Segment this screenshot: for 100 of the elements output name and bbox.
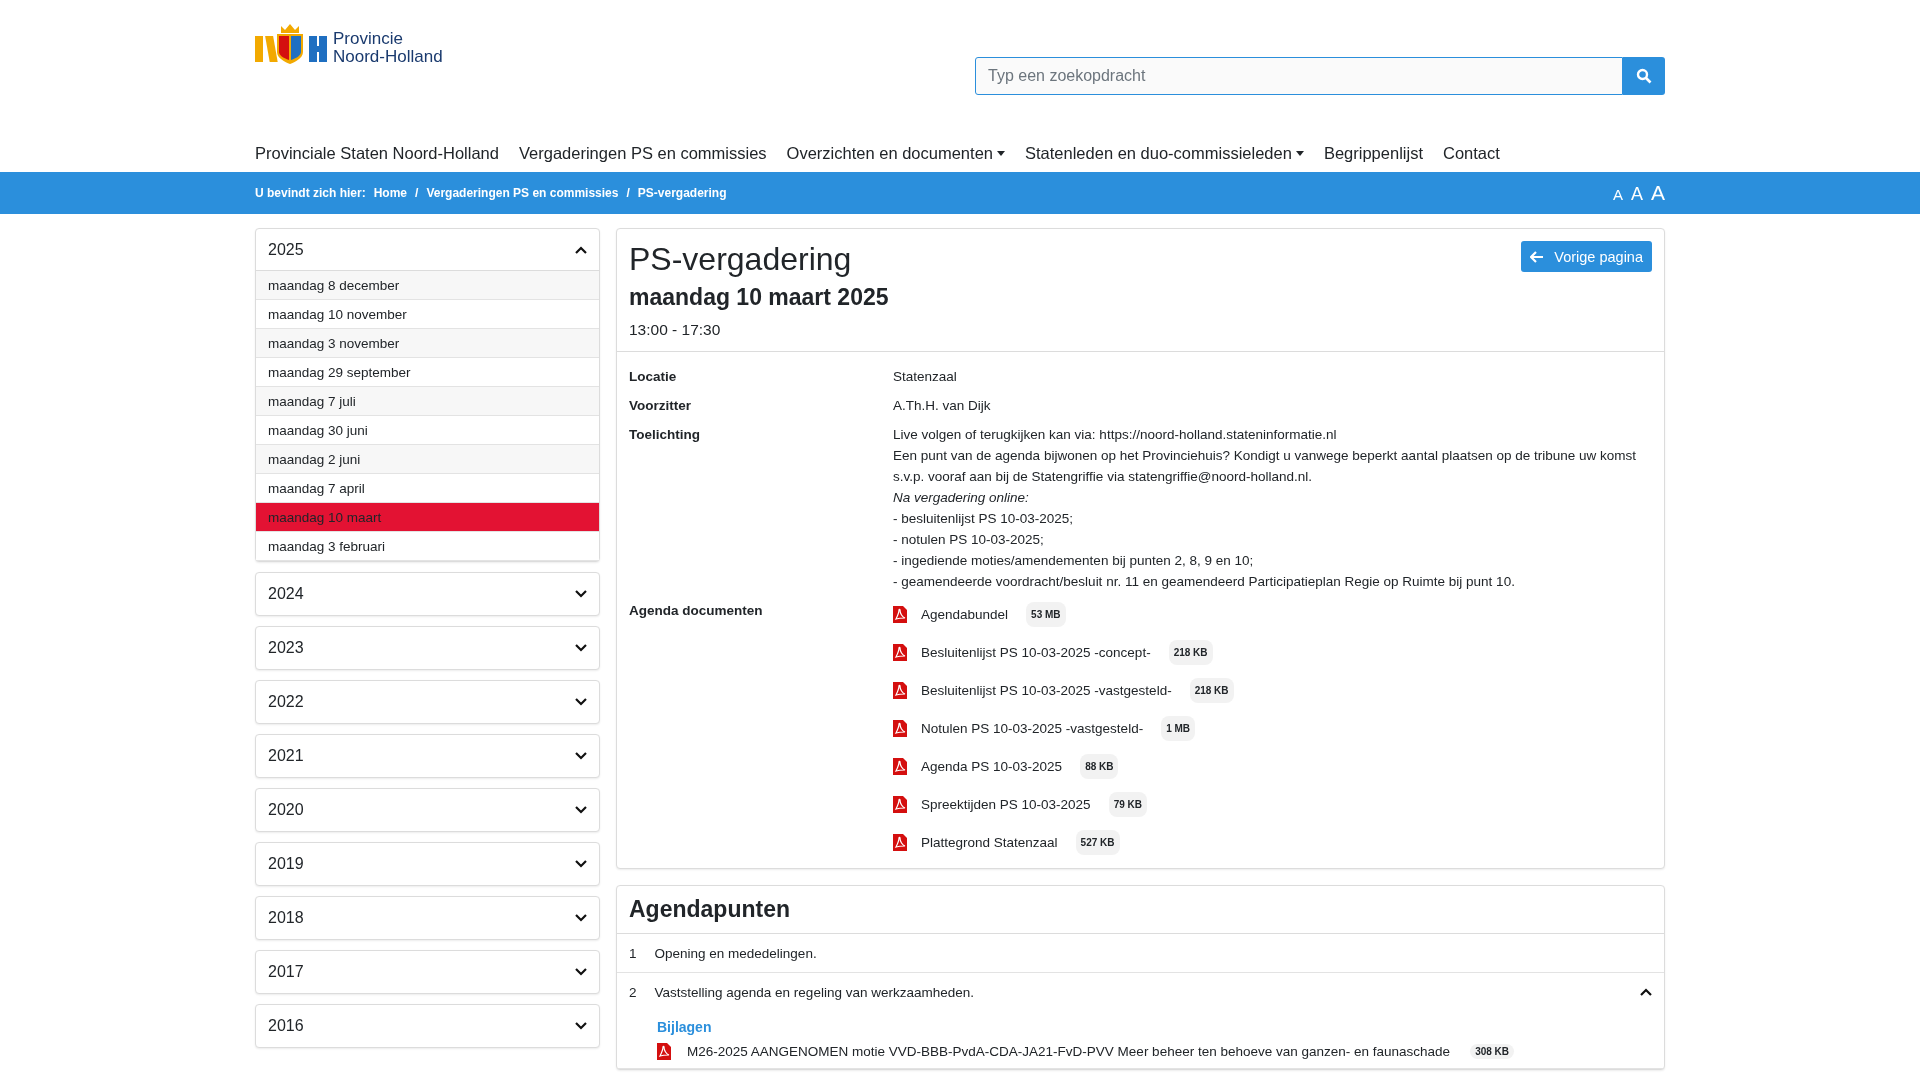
explanation-line: - notulen PS 10-03-2025;: [893, 531, 1045, 549]
meeting-link[interactable]: maandag 8 december: [256, 271, 599, 300]
chevron-up-icon[interactable]: [575, 245, 587, 254]
search-button[interactable]: [1623, 57, 1665, 95]
section-title: Agendapunten: [617, 886, 1664, 934]
breadcrumb-label: U bevindt zich hier:: [255, 186, 366, 200]
explanation-line: Na vergadering online:: [893, 489, 1030, 507]
year-label: 2025: [268, 240, 304, 259]
nav-link[interactable]: Provinciale Staten Noord-Holland: [255, 144, 499, 163]
file-size: 527 KB: [1075, 829, 1120, 855]
meeting-link[interactable]: maandag 3 november: [256, 329, 599, 358]
year-label: 2021: [268, 747, 304, 765]
agenda-number: 2: [629, 984, 637, 1000]
explanation-line: - ingediende moties/amendementen bij punten 2, 8, 9 en 10;: [893, 552, 1255, 570]
meeting-link[interactable]: maandag 29 september: [256, 358, 599, 387]
chevron-down-icon[interactable]: [575, 698, 587, 706]
chevron-down-icon[interactable]: [575, 914, 587, 922]
meeting-link[interactable]: maandag 7 april: [256, 474, 599, 503]
pdf-icon: [893, 681, 907, 699]
agenda-number: 1: [629, 945, 637, 961]
year-header[interactable]: 2021: [256, 735, 599, 777]
year-header[interactable]: 2019: [256, 843, 599, 885]
pdf-icon: [893, 605, 907, 623]
chevron-down-icon[interactable]: [575, 644, 587, 652]
attachments-heading: Bijlagen: [657, 1019, 713, 1035]
pdf-icon: [893, 643, 907, 661]
breadcrumb-separator: /: [626, 186, 630, 200]
agenda-item-title[interactable]: Opening en mededelingen.: [654, 945, 1652, 961]
logo-text: Provincie: [333, 30, 404, 48]
chevron-down-icon[interactable]: [575, 590, 587, 598]
meeting-link[interactable]: maandag 10 november: [256, 300, 599, 329]
year-header[interactable]: 2024: [256, 573, 599, 615]
chevron-down-icon[interactable]: [575, 752, 587, 760]
document-link[interactable]: Spreektijden PS 10-03-2025: [921, 793, 1091, 815]
document-link[interactable]: Notulen PS 10-03-2025 -vastgesteld-: [921, 717, 1144, 739]
file-size: 53 MB: [1026, 601, 1066, 627]
meeting-link[interactable]: maandag 3 februari: [256, 532, 599, 561]
document-link[interactable]: M26-2025 AANGENOMEN motie VVD-BBB-PvdA-CDA-JA21-FvD-PVV Meer beheer ten behoeve van ganzen- en faunaschade: [687, 1044, 1451, 1059]
nav-link[interactable]: Begrippenlijst: [1323, 144, 1423, 163]
year-label: 2016: [268, 1017, 304, 1035]
chevron-up-icon[interactable]: [1640, 988, 1652, 996]
detail-label: Voorzitter: [629, 397, 692, 415]
meeting-link[interactable]: maandag 7 juli: [256, 387, 599, 416]
file-size: 88 KB: [1080, 753, 1119, 779]
caret-icon: [1295, 151, 1304, 156]
agenda-item-title[interactable]: Vaststelling agenda en regeling van werkzaamheden.: [654, 984, 1622, 1000]
file-size: 218 KB: [1168, 639, 1213, 665]
year-label: 2019: [268, 855, 304, 873]
chevron-down-icon[interactable]: [575, 860, 587, 868]
year-label: 2023: [268, 639, 304, 657]
nav-link[interactable]: Contact: [1442, 144, 1500, 163]
explanation-line: Live volgen of terugkijken kan via: https://noord-holland.stateninformatie.nl: [893, 426, 1338, 444]
document-link[interactable]: Agendabundel: [921, 603, 1009, 625]
meeting-date: maandag 10 maart 2025: [629, 284, 889, 311]
year-label: 2017: [268, 963, 304, 981]
chevron-down-icon[interactable]: [575, 968, 587, 976]
document-link[interactable]: Besluitenlijst PS 10-03-2025 -concept-: [921, 641, 1151, 663]
nav-link[interactable]: Vergaderingen PS en commissies: [518, 144, 767, 163]
file-size: 1 MB: [1161, 715, 1196, 741]
year-header[interactable]: 2016: [256, 1005, 599, 1047]
page-title: PS-vergadering: [629, 241, 853, 278]
meeting-time: 13:00 - 17:30: [629, 321, 722, 339]
detail-value: A.Th.H. van Dijk: [893, 397, 992, 415]
file-size: 79 KB: [1108, 791, 1147, 817]
year-header[interactable]: 2022: [256, 681, 599, 723]
pdf-icon: [657, 1043, 671, 1060]
logo-text: Noord-Holland: [333, 48, 443, 66]
pdf-icon: [893, 757, 907, 775]
logo-icon[interactable]: [255, 24, 327, 64]
detail-label: Locatie: [629, 368, 678, 386]
year-header[interactable]: 2017: [256, 951, 599, 993]
pdf-icon: [893, 833, 907, 851]
nav-link[interactable]: Statenleden en duo-commissieleden: [1025, 144, 1304, 163]
arrow-left-icon: [1530, 250, 1545, 263]
document-link[interactable]: Agenda PS 10-03-2025: [921, 755, 1063, 777]
explanation-line: - besluitenlijst PS 10-03-2025;: [893, 510, 1075, 528]
pdf-icon: [893, 719, 907, 737]
year-label: 2018: [268, 909, 304, 927]
year-header[interactable]: 2023: [256, 627, 599, 669]
document-link[interactable]: Besluitenlijst PS 10-03-2025 -vastgesteld-: [921, 679, 1172, 701]
year-label: 2022: [268, 693, 304, 711]
explanation-line: - geamendeerde voordracht/besluit nr. 11 en geamendeerd Participatieplan Regie op Ruimte bij punt 10.: [893, 573, 1516, 591]
document-link[interactable]: Plattegrond Statenzaal: [921, 831, 1058, 853]
explanation-line: Een punt van de agenda bijwonen op het Provinciehuis? Kondigt u vanwege beperkt aantal plaatsen op de tribune uw komst s.v.p. vooraf aan bij de Statengriffie via statengriffie@noord-holland.nl.: [893, 447, 1637, 486]
detail-label: Agenda documenten: [629, 602, 764, 620]
file-size: 218 KB: [1189, 677, 1234, 703]
year-label: 2024: [268, 585, 304, 603]
pdf-icon: [893, 795, 907, 813]
year-header[interactable]: 2020: [256, 789, 599, 831]
chevron-down-icon[interactable]: [575, 1022, 587, 1030]
meeting-link[interactable]: maandag 2 juni: [256, 445, 599, 474]
meeting-link[interactable]: maandag 30 juni: [256, 416, 599, 445]
caret-icon: [997, 151, 1005, 156]
nav-link[interactable]: Overzichten en documenten: [786, 144, 1005, 163]
year-label: 2020: [268, 801, 304, 819]
breadcrumb-separator: /: [415, 186, 419, 200]
year-header[interactable]: 2018: [256, 897, 599, 939]
chevron-down-icon[interactable]: [575, 806, 587, 814]
detail-label: Toelichting: [629, 426, 701, 444]
search-icon: [1636, 68, 1652, 84]
